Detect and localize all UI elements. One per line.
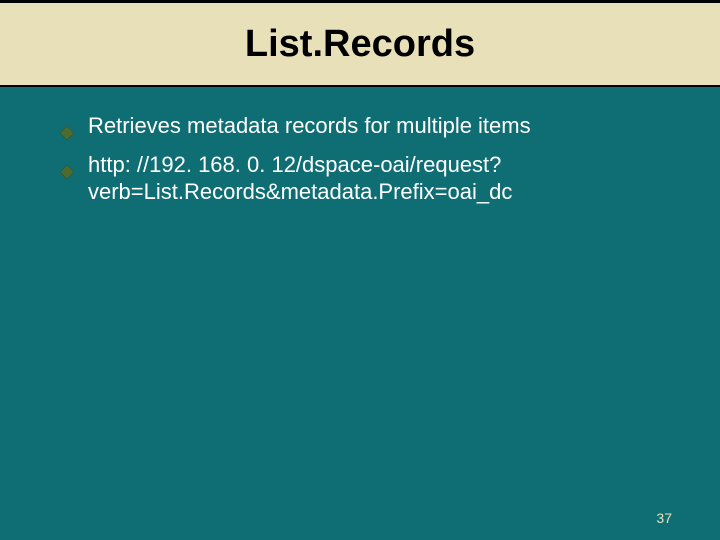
page-number: 37 [656,510,672,526]
list-item: http: //192. 168. 0. 12/dspace-oai/reque… [60,151,670,206]
slide-body: Retrieves metadata records for multiple … [60,112,670,210]
list-item: Retrieves metadata records for multiple … [60,112,670,147]
diamond-bullet-icon [60,158,74,186]
title-band: List.Records [0,3,720,87]
slide: List.Records Retrieves metadata records … [0,0,720,540]
slide-title: List.Records [245,23,475,66]
bullet-text: Retrieves metadata records for multiple … [88,112,670,140]
bullet-text: http: //192. 168. 0. 12/dspace-oai/reque… [88,151,670,206]
diamond-bullet-icon [60,119,74,147]
